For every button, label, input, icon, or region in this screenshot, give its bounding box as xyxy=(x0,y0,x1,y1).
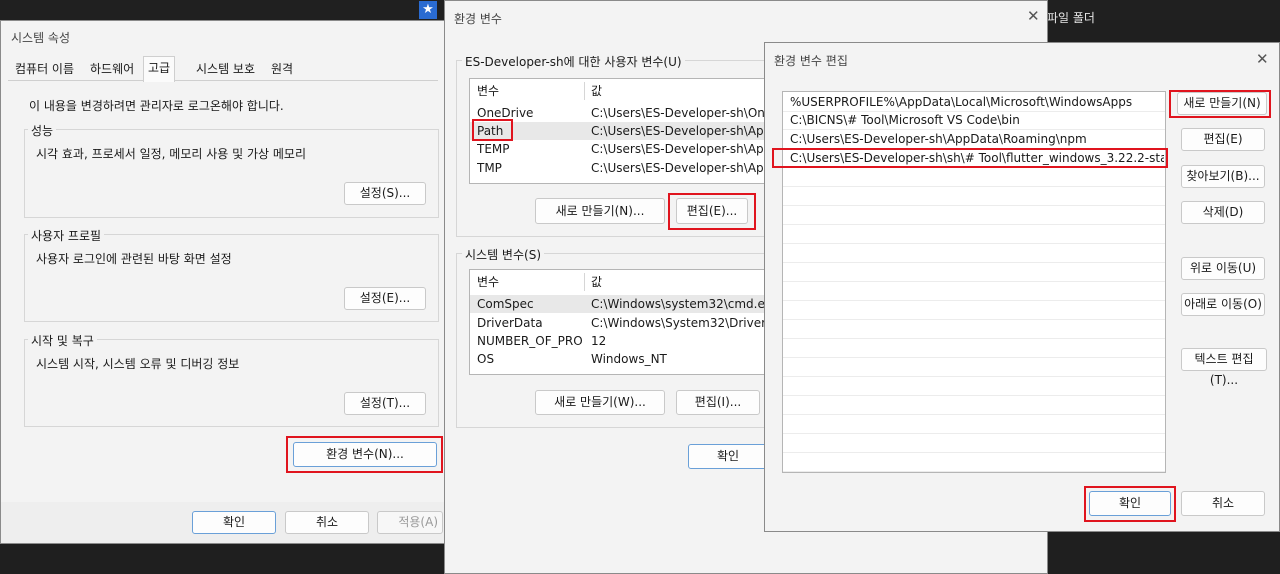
variable-value: C:\Users\ES-Developer-sh\App xyxy=(591,161,772,175)
user-profile-desc: 사용자 로그인에 관련된 바탕 화면 설정 xyxy=(36,252,232,266)
user-variables-list[interactable]: 변수 값 OneDrive C:\Users\ES-Developer-sh\O… xyxy=(469,78,774,184)
sysprop-apply-button[interactable]: 적용(A) xyxy=(377,511,443,534)
column-header-variable[interactable]: 변수 xyxy=(477,82,577,100)
edit-entry-button[interactable]: 편집(E) xyxy=(1181,128,1265,151)
sysprop-cancel-button[interactable]: 취소 xyxy=(285,511,369,534)
user-profile-title: 사용자 프로필 xyxy=(28,227,105,244)
user-edit-highlight xyxy=(668,193,756,230)
empty-list-rows xyxy=(783,168,1165,472)
flutter-entry-highlight xyxy=(772,148,1168,168)
envvars-ok-button[interactable]: 확인 xyxy=(688,444,768,469)
list-header: 변수 값 xyxy=(470,273,773,291)
table-row[interactable]: OneDrive C:\Users\ES-Developer-sh\One xyxy=(470,104,773,122)
delete-entry-button[interactable]: 삭제(D) xyxy=(1181,201,1265,224)
variable-name: TMP xyxy=(477,161,502,175)
table-row[interactable]: DriverData C:\Windows\System32\Drivers xyxy=(470,314,773,332)
window-title: 환경 변수 xyxy=(454,12,502,26)
table-row[interactable]: TMP C:\Users\ES-Developer-sh\App xyxy=(470,159,773,177)
performance-settings-button[interactable]: 설정(S)... xyxy=(344,182,426,205)
performance-title: 성능 xyxy=(28,122,57,139)
column-divider xyxy=(584,82,585,100)
variable-value: Windows_NT xyxy=(591,352,667,366)
system-variables-list[interactable]: 변수 값 ComSpec C:\Windows\system32\cmd.ex … xyxy=(469,269,774,375)
env-button-highlight xyxy=(286,436,443,473)
browse-button[interactable]: 찾아보기(B)... xyxy=(1181,165,1265,188)
path-row-highlight xyxy=(472,119,513,141)
list-header: 변수 값 xyxy=(470,82,773,100)
tab-computer-name[interactable]: 컴퓨터 이름 xyxy=(11,58,78,80)
variable-value: C:\Users\ES-Developer-sh\One xyxy=(591,106,773,120)
edit-text-button[interactable]: 텍스트 편집(T)... xyxy=(1181,348,1267,387)
move-down-button[interactable]: 아래로 이동(O) xyxy=(1181,293,1265,316)
table-row[interactable]: OS Windows_NT xyxy=(470,350,773,368)
system-edit-button[interactable]: 편집(I)... xyxy=(676,390,760,415)
move-up-button[interactable]: 위로 이동(U) xyxy=(1181,257,1265,280)
path-entry: C:\Users\ES-Developer-sh\AppData\Roaming… xyxy=(790,132,1087,146)
variable-name: OS xyxy=(477,352,495,366)
editenv-cancel-button[interactable]: 취소 xyxy=(1181,491,1265,516)
new-entry-highlight xyxy=(1169,90,1271,118)
variable-name: NUMBER_OF_PRO... xyxy=(477,334,582,348)
tab-hardware[interactable]: 하드웨어 xyxy=(86,58,138,80)
column-header-value[interactable]: 값 xyxy=(591,273,771,291)
sysprop-ok-button[interactable]: 확인 xyxy=(192,511,276,534)
tab-system-protection[interactable]: 시스템 보호 xyxy=(192,58,259,80)
tab-remote[interactable]: 원격 xyxy=(267,58,297,80)
startup-recovery-title: 시작 및 복구 xyxy=(28,332,97,349)
list-item[interactable]: C:\BICNS\# Tool\Microsoft VS Code\bin xyxy=(783,111,1165,130)
system-new-button[interactable]: 새로 만들기(W)... xyxy=(535,390,665,415)
folder-type-label: 파일 폴더 xyxy=(1047,11,1095,25)
user-variables-title: ES-Developer-sh에 대한 사용자 변수(U) xyxy=(462,53,685,70)
variable-name: ComSpec xyxy=(477,297,534,311)
variable-value: C:\Windows\System32\Drivers xyxy=(591,316,773,330)
user-new-button[interactable]: 새로 만들기(N)... xyxy=(535,198,665,224)
performance-desc: 시각 효과, 프로세서 일정, 메모리 사용 및 가상 메모리 xyxy=(36,147,306,161)
table-row[interactable]: NUMBER_OF_PRO... 12 xyxy=(470,332,773,350)
list-item[interactable]: %USERPROFILE%\AppData\Local\Microsoft\Wi… xyxy=(783,93,1165,112)
tab-strip-line xyxy=(8,80,438,81)
table-row[interactable]: TEMP C:\Users\ES-Developer-sh\App xyxy=(470,140,773,158)
path-entry: C:\BICNS\# Tool\Microsoft VS Code\bin xyxy=(790,113,1020,127)
column-header-variable[interactable]: 변수 xyxy=(477,273,577,291)
system-variables-title: 시스템 변수(S) xyxy=(462,246,544,263)
variable-value: C:\Users\ES-Developer-sh\App xyxy=(591,142,772,156)
window-title: 시스템 속성 xyxy=(11,31,71,45)
admin-note: 이 내용을 변경하려면 관리자로 로그온해야 합니다. xyxy=(29,99,284,113)
startup-recovery-settings-button[interactable]: 설정(T)... xyxy=(344,392,426,415)
close-icon[interactable]: ✕ xyxy=(1256,52,1269,67)
tab-advanced[interactable]: 고급 xyxy=(143,56,176,82)
variable-name: DriverData xyxy=(477,316,543,330)
window-title: 환경 변수 편집 xyxy=(774,54,848,68)
path-entry: %USERPROFILE%\AppData\Local\Microsoft\Wi… xyxy=(790,95,1133,109)
list-item[interactable]: C:\Users\ES-Developer-sh\AppData\Roaming… xyxy=(783,130,1165,149)
close-icon[interactable]: ✕ xyxy=(1027,9,1040,24)
table-row-selected[interactable]: ComSpec C:\Windows\system32\cmd.ex xyxy=(470,295,773,313)
column-header-value[interactable]: 값 xyxy=(591,82,771,100)
variable-value: 12 xyxy=(591,334,607,348)
startup-recovery-desc: 시스템 시작, 시스템 오류 및 디버깅 정보 xyxy=(36,357,240,371)
table-row-selected[interactable]: Path C:\Users\ES-Developer-sh\App xyxy=(470,122,773,140)
variable-name: TEMP xyxy=(477,142,510,156)
variable-value: C:\Users\ES-Developer-sh\App xyxy=(591,124,772,138)
star-icon: ★ xyxy=(419,1,437,19)
ok-button-highlight xyxy=(1084,486,1176,522)
variable-value: C:\Windows\system32\cmd.ex xyxy=(591,297,772,311)
user-profile-settings-button[interactable]: 설정(E)... xyxy=(344,287,426,310)
column-divider xyxy=(584,273,585,291)
